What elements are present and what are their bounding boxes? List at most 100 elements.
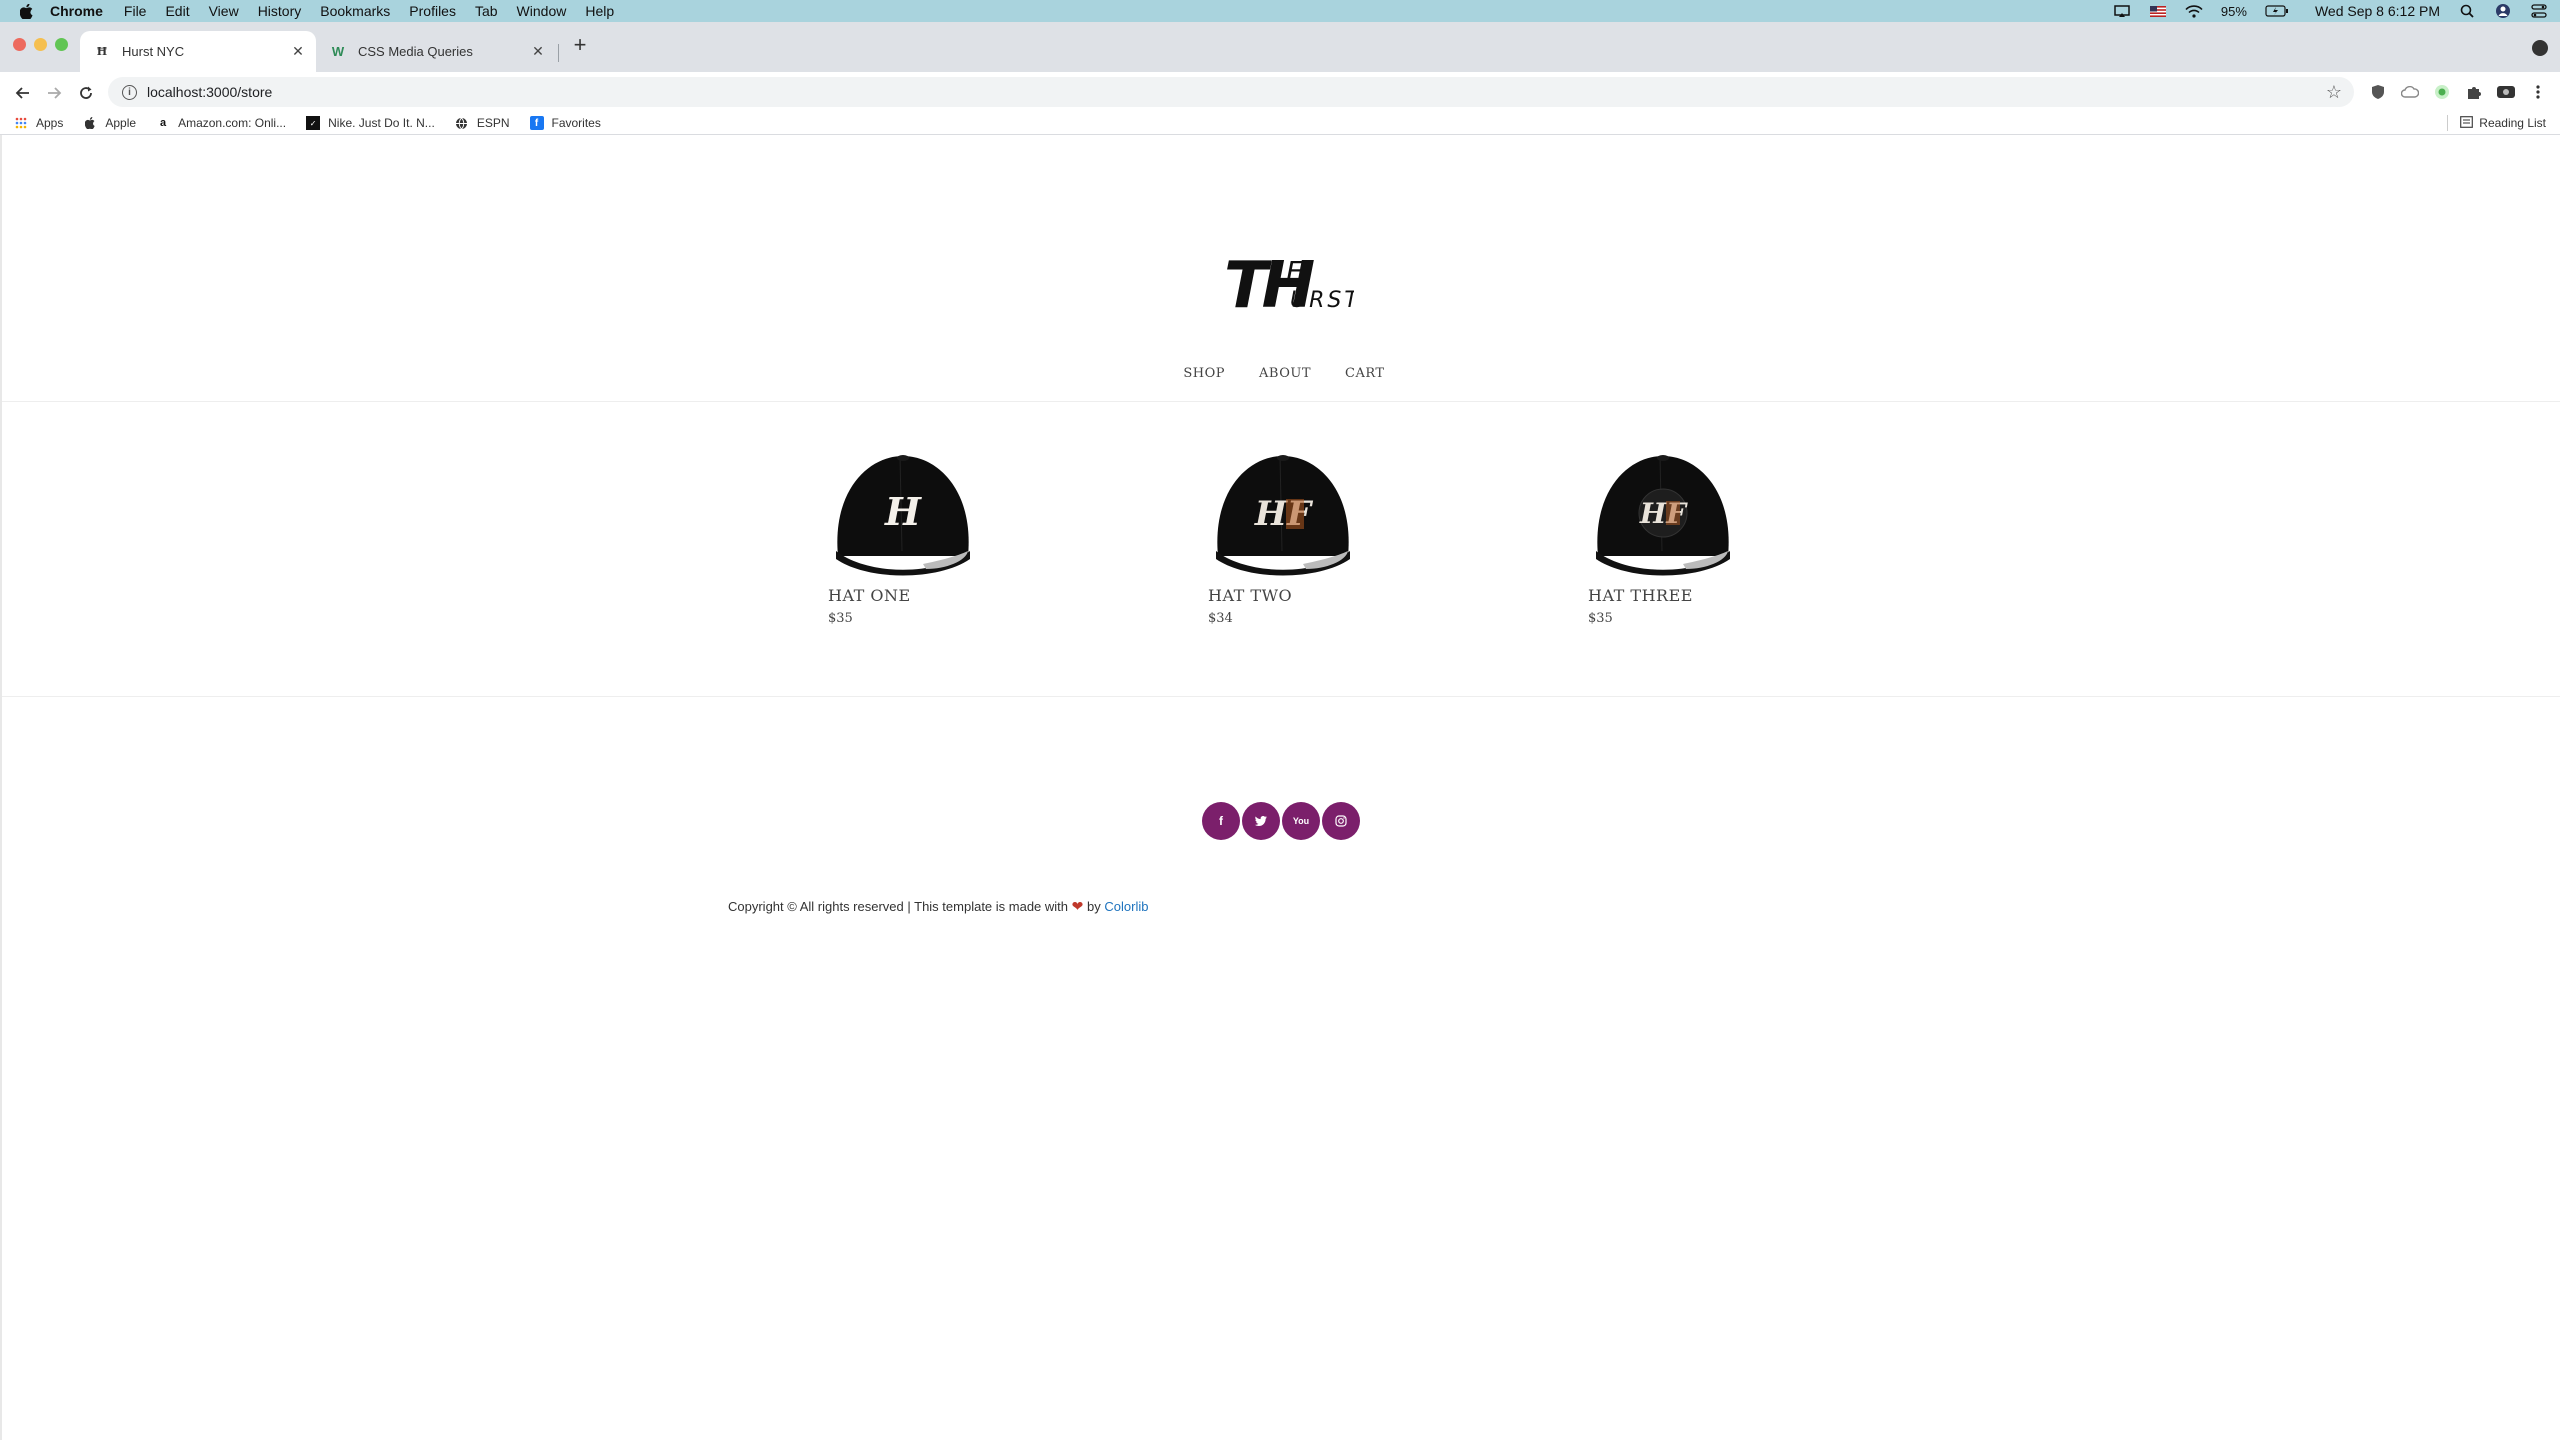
nike-icon: ✓ (306, 116, 321, 130)
menu-view[interactable]: View (209, 3, 239, 19)
close-window-button[interactable] (13, 38, 26, 51)
menu-tab[interactable]: Tab (475, 3, 498, 19)
user-profile-icon[interactable] (2494, 4, 2512, 18)
heart-icon: ❤ (1071, 898, 1084, 914)
wifi-icon[interactable] (2185, 4, 2203, 18)
chrome-menu-icon[interactable] (2528, 82, 2548, 102)
menu-window[interactable]: Window (517, 3, 567, 19)
globe-icon (455, 116, 469, 130)
menu-edit[interactable]: Edit (165, 3, 189, 19)
social-links: f You (1202, 802, 1360, 840)
bookmark-label: Amazon.com: Onli... (178, 116, 287, 130)
bookmark-favorites[interactable]: f Favorites (529, 116, 601, 130)
hat-one-image[interactable]: H (828, 451, 978, 581)
bookmark-espn[interactable]: ESPN (455, 116, 510, 130)
hat-three-image[interactable]: HF (1588, 451, 1738, 581)
maximize-window-button[interactable] (55, 38, 68, 51)
address-bar[interactable]: i localhost:3000/store ☆ (108, 77, 2354, 107)
menu-bookmarks[interactable]: Bookmarks (320, 3, 390, 19)
extensions-puzzle-icon[interactable] (2464, 82, 2484, 102)
new-tab-button[interactable]: + (570, 34, 590, 56)
w3-favicon-icon: W (331, 44, 345, 59)
browser-tabstrip: Ħ Hurst NYC ✕ W CSS Media Queries ✕ + (0, 22, 2560, 72)
product-name[interactable]: HAT ONE (828, 586, 911, 605)
reload-icon[interactable] (75, 82, 97, 104)
bookmarks-separator (2447, 115, 2449, 131)
twitter-icon[interactable] (1242, 802, 1280, 840)
bookmark-apple[interactable]: Apple (83, 116, 136, 130)
hat-monogram: HF (1639, 497, 1688, 530)
facebook-icon[interactable]: f (1202, 802, 1240, 840)
hat-two-image[interactable]: HF (1208, 451, 1358, 581)
close-tab-icon[interactable]: ✕ (530, 43, 546, 59)
facebook-bookmark-icon: f (529, 116, 544, 130)
menu-history[interactable]: History (258, 3, 302, 19)
bookmark-label: Apple (105, 116, 137, 130)
tab-hurst-nyc[interactable]: Ħ Hurst NYC ✕ (80, 31, 316, 72)
site-info-icon[interactable]: i (122, 84, 137, 100)
bookmark-apps[interactable]: Apps (14, 116, 63, 130)
tab-search-icon[interactable] (2532, 40, 2548, 56)
copyright-pre: Copyright © All rights reserved | This t… (728, 899, 1069, 914)
bookmark-star-icon[interactable]: ☆ (2326, 82, 2342, 103)
minimize-window-button[interactable] (34, 38, 47, 51)
hat-monogram: HF (1254, 494, 1314, 534)
product-name[interactable]: HAT TWO (1208, 586, 1292, 605)
browser-toolbar: i localhost:3000/store ☆ (0, 72, 2560, 112)
site-nav: SHOP ABOUT CART (2, 366, 2560, 381)
shield-extension-icon[interactable] (2368, 82, 2388, 102)
product-price: $35 (828, 611, 853, 626)
footer-divider (2, 696, 2560, 697)
colorlib-link[interactable]: Colorlib (1104, 899, 1148, 914)
battery-icon[interactable] (2265, 4, 2289, 18)
copyright-text: Copyright © All rights reserved | This t… (728, 898, 1148, 915)
header-divider (2, 401, 2560, 402)
us-flag-icon[interactable] (2149, 4, 2167, 18)
nav-about[interactable]: ABOUT (1255, 366, 1311, 381)
macos-menubar: Chrome File Edit View History Bookmarks … (0, 0, 2560, 22)
menu-help[interactable]: Help (585, 3, 614, 19)
reading-list-label: Reading List (2479, 116, 2546, 130)
menu-file[interactable]: File (124, 3, 147, 19)
menu-app-name[interactable]: Chrome (50, 3, 103, 19)
bookmark-label: Favorites (551, 116, 601, 130)
cloud-extension-icon[interactable] (2400, 82, 2420, 102)
bookmark-label: ESPN (476, 116, 510, 130)
url-text[interactable]: localhost:3000/store (147, 84, 272, 100)
clock[interactable]: Wed Sep 8 6:12 PM (2315, 3, 2440, 19)
control-center-icon[interactable] (2530, 4, 2548, 18)
spotlight-search-icon[interactable] (2458, 4, 2476, 18)
amazon-icon: a (160, 117, 167, 129)
back-arrow-icon[interactable] (12, 82, 34, 104)
window-controls (13, 38, 68, 51)
web-page: TH E URST SHOP ABOUT CART H HAT ONE $35 (0, 135, 2560, 1440)
nav-cart[interactable]: CART (1341, 366, 1385, 381)
logo-urst-text: URST (1290, 288, 1354, 313)
nav-shop[interactable]: SHOP (1179, 366, 1225, 381)
copyright-by: by (1087, 899, 1101, 914)
tab-css-media-queries[interactable]: W CSS Media Queries ✕ (322, 31, 556, 72)
youtube-icon[interactable]: You (1282, 802, 1320, 840)
product-name[interactable]: HAT THREE (1588, 586, 1693, 605)
battery-percent: 95% (2220, 3, 2247, 19)
bookmark-amazon[interactable]: a Amazon.com: Onli... (156, 116, 286, 130)
bookmark-label: Apps (36, 116, 64, 130)
close-tab-icon[interactable]: ✕ (290, 43, 306, 59)
instagram-icon[interactable] (1322, 802, 1360, 840)
site-logo[interactable]: TH E URST (1220, 245, 1358, 323)
green-extension-icon[interactable] (2432, 82, 2452, 102)
tab-title: CSS Media Queries (358, 44, 473, 59)
profile-extension-icon[interactable] (2496, 82, 2516, 102)
hurst-favicon-icon: Ħ (96, 45, 108, 58)
hat-monogram: H (884, 489, 922, 534)
menu-profiles[interactable]: Profiles (409, 3, 456, 19)
logo-e-text: E (1286, 255, 1304, 288)
bookmark-nike[interactable]: ✓ Nike. Just Do It. N... (306, 116, 435, 130)
forward-arrow-icon[interactable] (43, 82, 65, 104)
reading-list[interactable]: Reading List (2447, 112, 2546, 134)
product-price: $34 (1208, 611, 1233, 626)
reading-list-icon (2460, 115, 2474, 131)
tab-title: Hurst NYC (122, 44, 185, 59)
apple-menu-icon[interactable] (16, 2, 36, 20)
airplay-icon[interactable] (2113, 4, 2131, 18)
